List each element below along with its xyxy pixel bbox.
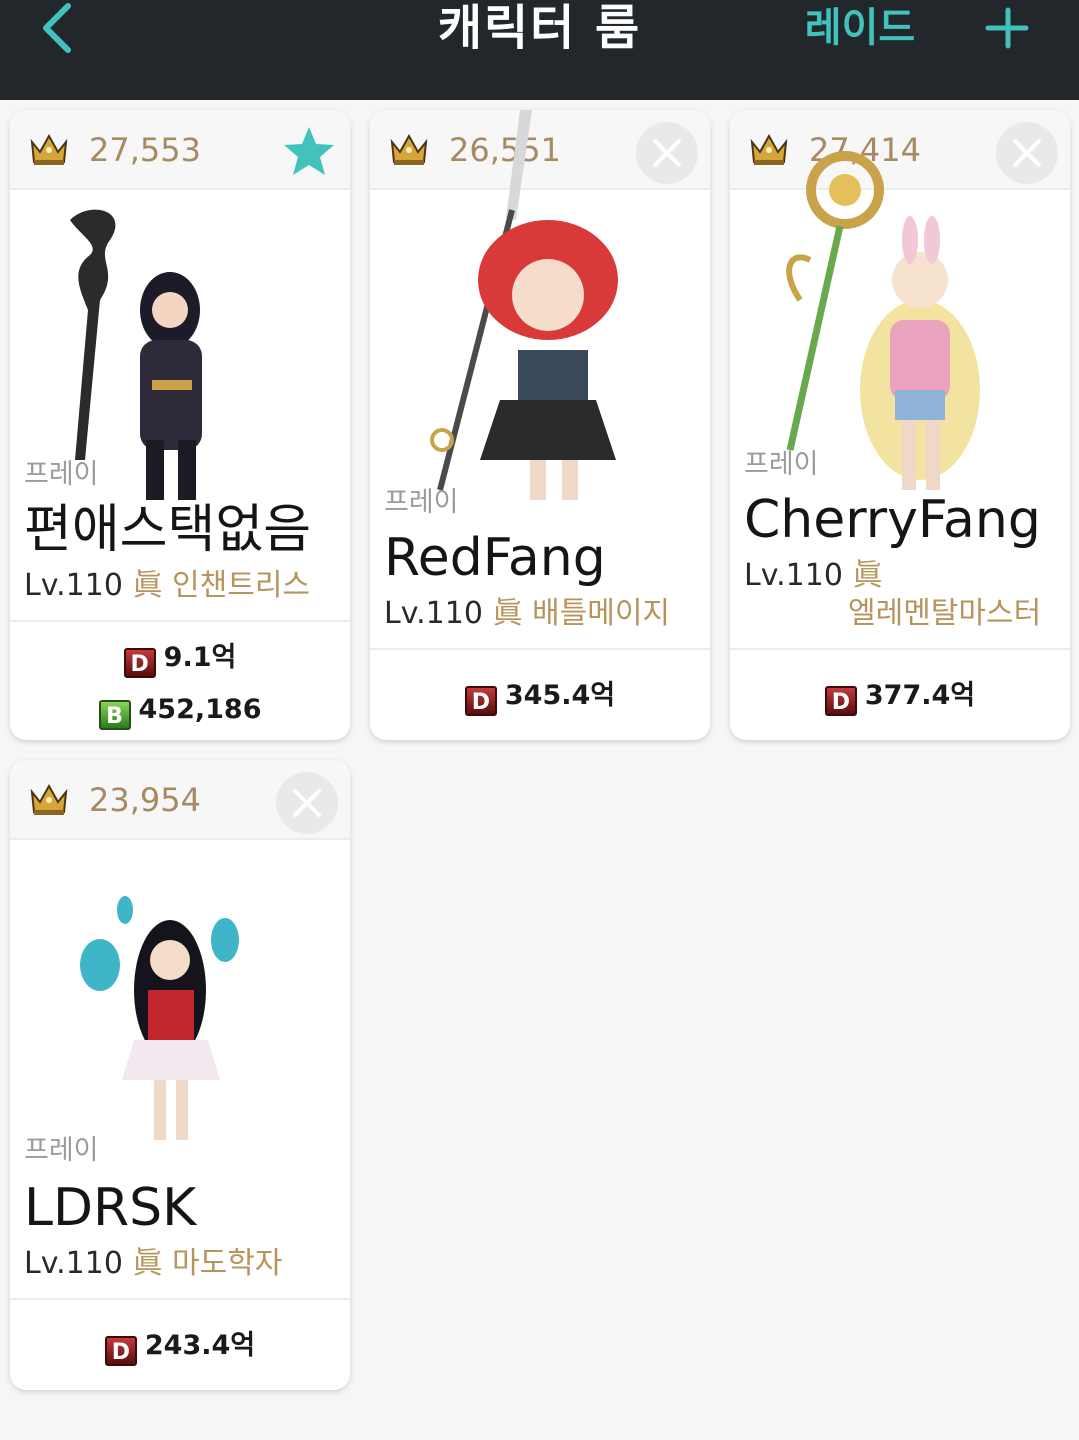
- character-name: RedFang: [384, 528, 606, 588]
- remove-button[interactable]: [996, 122, 1058, 184]
- character-level-line: Lv.110 眞: [744, 556, 882, 596]
- awakening-mark: 眞: [132, 1246, 163, 1281]
- stat-buff: B 452,186: [10, 690, 350, 730]
- stat-damage: D 345.4억: [370, 676, 710, 716]
- stat-value: 452,186: [138, 694, 262, 725]
- character-card[interactable]: 27,553 프레이 편애스택없음 Lv.110 眞 인챈트리스 D 9.1억 B…: [10, 110, 350, 740]
- adventure-score: 27,414: [809, 131, 921, 169]
- stat-damage: D 9.1억: [10, 638, 350, 678]
- card-header: 26,551: [370, 110, 710, 190]
- awakening-mark: 眞: [852, 558, 883, 593]
- stat-damage: D 243.4억: [10, 1326, 350, 1366]
- character-level-line: Lv.110 眞 마도학자: [24, 1244, 282, 1284]
- chevron-left-icon: [43, 3, 71, 53]
- crown-icon: [30, 783, 68, 815]
- card-footer: D 243.4억: [10, 1298, 350, 1390]
- crown-icon: [750, 133, 788, 165]
- remove-button[interactable]: [636, 122, 698, 184]
- damage-badge-icon: D: [464, 686, 497, 716]
- stat-value: 243.4억: [144, 1330, 256, 1361]
- awakening-mark: 眞: [132, 568, 163, 603]
- top-bar: 캐릭터 룸 레이드: [0, 0, 1079, 100]
- job-name: 배틀메이지: [532, 596, 671, 631]
- card-header: 27,553: [10, 110, 350, 190]
- server-name: 프레이: [744, 449, 819, 480]
- character-name: LDRSK: [24, 1178, 197, 1238]
- card-header: 23,954: [10, 760, 350, 840]
- character-level-line: Lv.110 眞 인챈트리스: [24, 566, 310, 606]
- close-icon: [1013, 139, 1041, 167]
- character-name: 편애스택없음: [24, 500, 312, 560]
- crown-icon: [390, 133, 428, 165]
- star-icon: [284, 127, 334, 175]
- adventure-score: 27,553: [89, 131, 201, 169]
- card-footer: D 345.4억: [370, 648, 710, 740]
- character-level: Lv.110: [384, 596, 483, 631]
- back-button[interactable]: [34, 0, 84, 56]
- adventure-score: 23,954: [89, 781, 201, 819]
- adventure-score: 26,551: [449, 131, 561, 169]
- card-footer: D 377.4억: [730, 648, 1070, 740]
- stat-value: 345.4억: [504, 680, 616, 711]
- buff-badge-icon: B: [98, 700, 131, 730]
- damage-badge-icon: D: [824, 686, 857, 716]
- favorite-button[interactable]: [282, 124, 336, 178]
- server-name: 프레이: [24, 1135, 99, 1166]
- job-name: 인챈트리스: [172, 568, 311, 603]
- damage-badge-icon: D: [123, 648, 156, 678]
- awakening-mark: 眞: [492, 596, 523, 631]
- character-level: Lv.110: [24, 1246, 123, 1281]
- character-level: Lv.110: [24, 568, 123, 603]
- server-name: 프레이: [24, 459, 99, 490]
- add-character-button[interactable]: [980, 0, 1036, 56]
- character-card[interactable]: 23,954 프레이 LDRSK Lv.110 眞 마도학자 D 243.4억: [10, 760, 350, 1390]
- damage-badge-icon: D: [104, 1336, 137, 1366]
- character-card[interactable]: 26,551 프레이 RedFang Lv.110 眞 배틀메이지 D 345.4…: [370, 110, 710, 740]
- character-level: Lv.110: [744, 558, 843, 593]
- stat-value: 377.4억: [864, 680, 976, 711]
- card-header: 27,414: [730, 110, 1070, 190]
- job-name: 엘레멘탈마스터: [848, 596, 1042, 631]
- card-footer: D 9.1억 B 452,186: [10, 620, 350, 740]
- crown-icon: [30, 133, 68, 165]
- server-name: 프레이: [384, 487, 459, 518]
- stat-value: 9.1억: [163, 642, 237, 673]
- character-card[interactable]: 27,414 프레이 CherryFang Lv.110 眞 엘레멘탈마스터 D…: [730, 110, 1070, 740]
- raid-button[interactable]: 레이드: [800, 0, 920, 56]
- character-name: CherryFang: [744, 490, 1041, 550]
- close-icon: [653, 139, 681, 167]
- job-name: 마도학자: [172, 1246, 283, 1281]
- remove-button[interactable]: [276, 772, 338, 834]
- plus-icon: [985, 7, 1029, 49]
- character-level-line: Lv.110 眞 배틀메이지: [384, 594, 670, 634]
- stat-damage: D 377.4억: [730, 676, 1070, 716]
- close-icon: [293, 789, 321, 817]
